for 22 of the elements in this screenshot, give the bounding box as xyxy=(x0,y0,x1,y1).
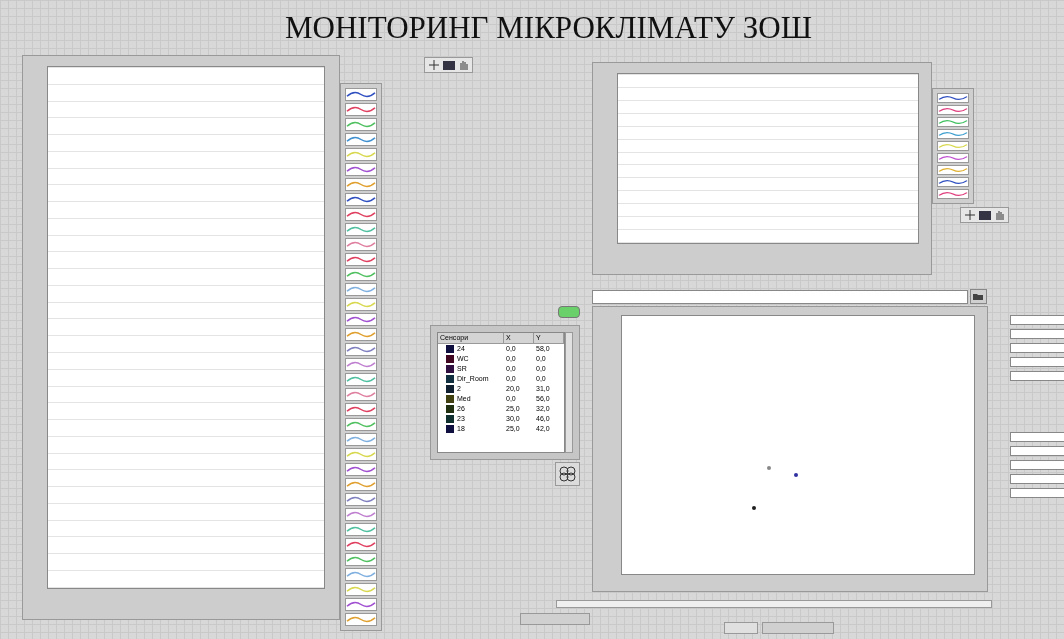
status-field xyxy=(724,622,758,634)
folder-icon[interactable] xyxy=(970,289,987,304)
numeric-field[interactable] xyxy=(1010,446,1064,456)
numeric-field[interactable] xyxy=(1010,460,1064,470)
scrollbar[interactable] xyxy=(565,332,573,453)
status-field xyxy=(762,622,834,634)
horizontal-scrollbar[interactable] xyxy=(556,600,992,608)
file-path-field[interactable] xyxy=(592,290,968,304)
graph-palette[interactable] xyxy=(424,57,473,73)
status-field xyxy=(520,613,590,625)
numeric-field[interactable] xyxy=(1010,432,1064,442)
numeric-field[interactable] xyxy=(1010,315,1064,325)
numeric-field[interactable] xyxy=(1010,371,1064,381)
panel-title: МОНІТОРИНГ МІКРОКЛІМАТУ ЗОШ xyxy=(285,10,812,46)
numeric-field[interactable] xyxy=(1010,488,1064,498)
numeric-field[interactable] xyxy=(1010,343,1064,353)
graph-palette[interactable] xyxy=(960,207,1009,223)
crosshair-icon xyxy=(965,210,975,220)
numeric-field[interactable] xyxy=(1010,357,1064,367)
numeric-field[interactable] xyxy=(1010,329,1064,339)
numeric-field[interactable] xyxy=(1010,474,1064,484)
crosshair-icon xyxy=(429,60,439,70)
